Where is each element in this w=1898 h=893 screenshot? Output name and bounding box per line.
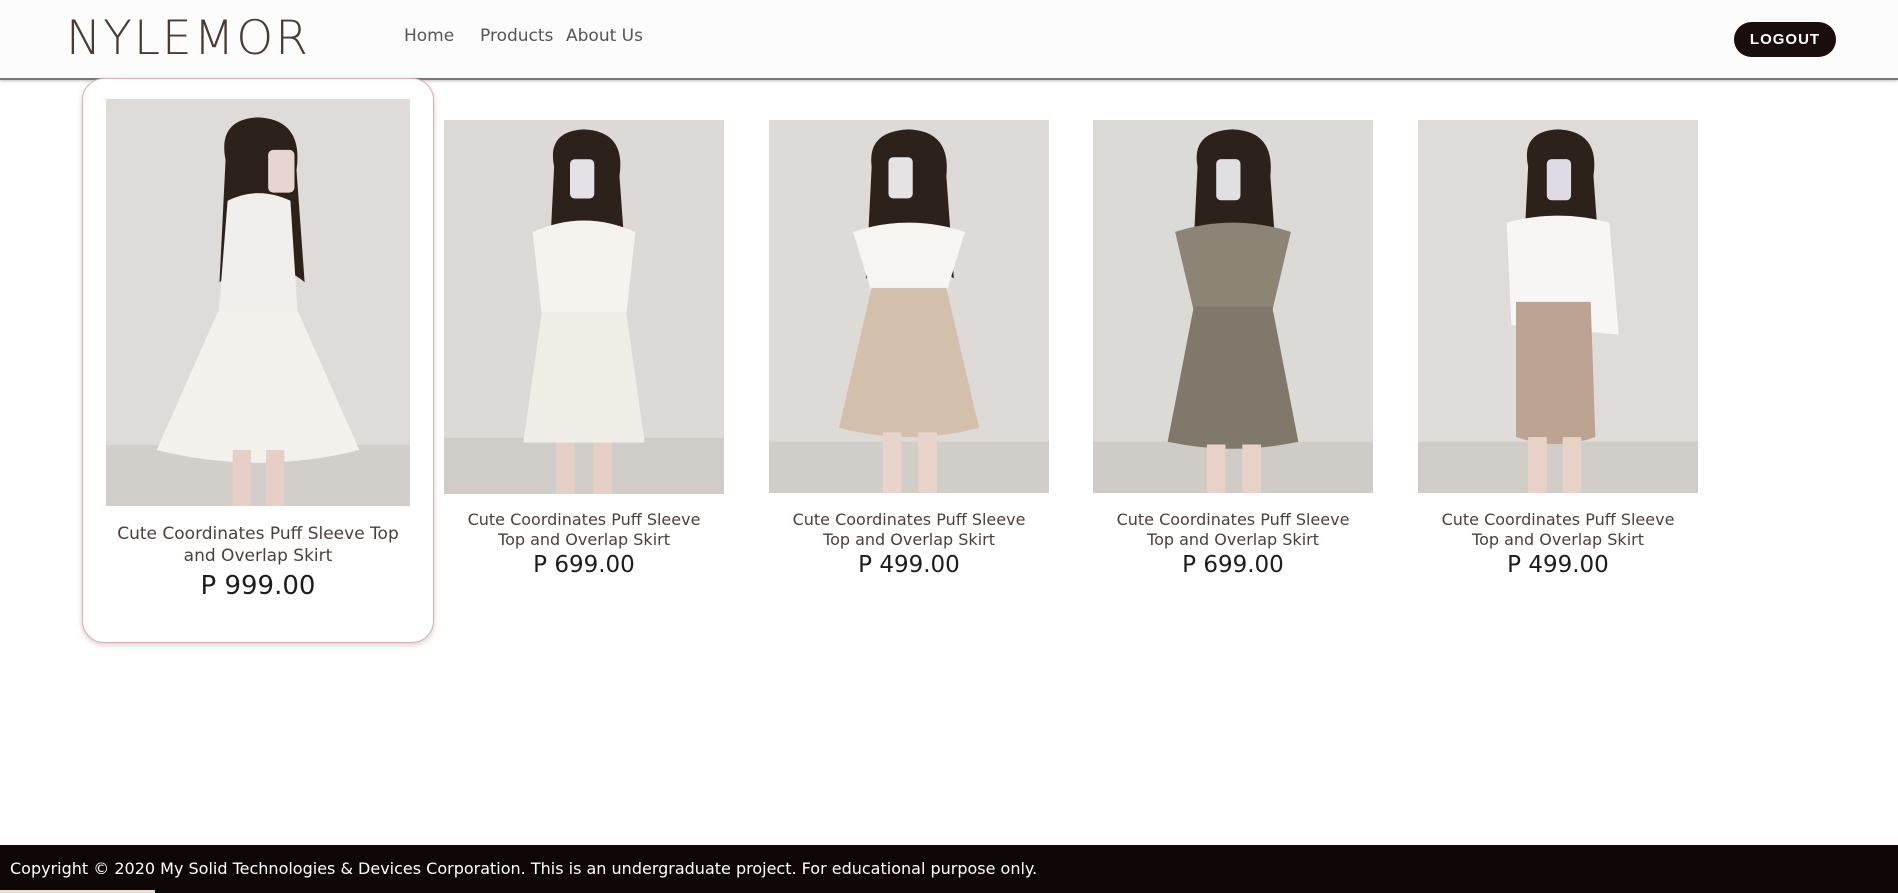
product-price: P 499.00 (858, 552, 960, 578)
product-card[interactable]: Cute Coordinates Puff Sleeve Top and Ove… (769, 120, 1049, 590)
product-price: P 499.00 (1507, 552, 1609, 578)
product-name[interactable]: Cute Coordinates Puff Sleeve Top and Ove… (444, 510, 724, 550)
logout-button[interactable]: LOGOUT (1734, 22, 1836, 57)
page: NYLEMOR Home Products About Us LOGOUT Cu… (0, 0, 1898, 893)
product-photo (1418, 120, 1698, 493)
product-photo (444, 120, 724, 494)
product-card[interactable]: Cute Coordinates Puff Sleeve Top and Ove… (1093, 120, 1373, 590)
product-name[interactable]: Cute Coordinates Puff Sleeve Top and Ove… (83, 523, 433, 567)
product-price: P 699.00 (1182, 552, 1284, 578)
nav-products[interactable]: Products (480, 26, 553, 46)
product-photo (769, 120, 1049, 493)
footer: Copyright © 2020 My Solid Technologies &… (0, 845, 1898, 893)
product-card[interactable]: Cute Coordinates Puff Sleeve Top and Ove… (444, 120, 724, 590)
nav-home[interactable]: Home (404, 26, 454, 46)
product-price: P 999.00 (200, 571, 316, 601)
product-price: P 699.00 (533, 552, 635, 578)
product-name[interactable]: Cute Coordinates Puff Sleeve Top and Ove… (769, 510, 1049, 550)
nav-about-us[interactable]: About Us (566, 26, 643, 46)
product-photo (1093, 120, 1373, 493)
product-photo (106, 99, 410, 506)
copyright-text: Copyright © 2020 My Solid Technologies &… (10, 859, 1038, 878)
product-name[interactable]: Cute Coordinates Puff Sleeve Top and Ove… (1418, 510, 1698, 550)
product-card[interactable]: Cute Coordinates Puff Sleeve Top and Ove… (1418, 120, 1698, 590)
top-navbar: NYLEMOR Home Products About Us LOGOUT (0, 0, 1898, 80)
brand-logo[interactable]: NYLEMOR (66, 11, 310, 67)
product-name[interactable]: Cute Coordinates Puff Sleeve Top and Ove… (1093, 510, 1373, 550)
product-card[interactable]: Cute Coordinates Puff Sleeve Top and Ove… (82, 78, 434, 643)
